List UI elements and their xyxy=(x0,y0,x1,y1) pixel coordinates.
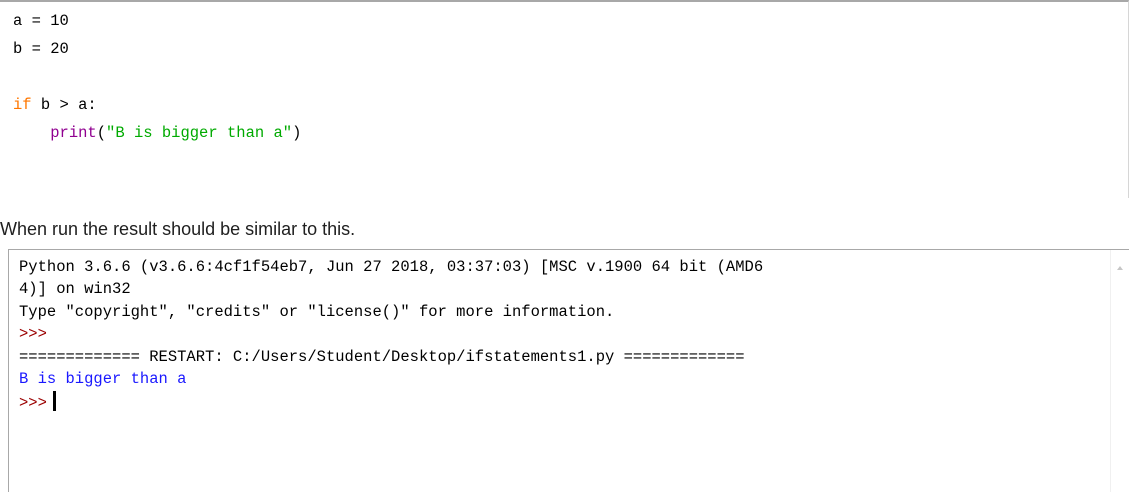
scroll-up-arrow-icon[interactable] xyxy=(1117,266,1123,270)
if-condition: b > a: xyxy=(31,96,97,114)
code-line-if: if b > a: xyxy=(13,94,97,116)
shell-prompt-1: >>> xyxy=(19,325,47,343)
paren-open: ( xyxy=(96,124,107,142)
shell-input-line[interactable]: >>> xyxy=(19,391,56,413)
shell-banner-line-3: Type "copyright", "credits" or "license(… xyxy=(19,303,615,321)
shell-banner-line-2: 4)] on win32 xyxy=(19,280,131,298)
shell-prompt-2: >>> xyxy=(19,394,47,412)
paren-close: ) xyxy=(292,124,302,142)
if-keyword: if xyxy=(13,96,32,114)
python-shell[interactable]: Python 3.6.6 (v3.6.6:4cf1f54eb7, Jun 27 … xyxy=(8,249,1129,492)
program-output: B is bigger than a xyxy=(19,370,187,388)
print-builtin: print xyxy=(50,124,97,142)
restart-line: ============= RESTART: C:/Users/Student/… xyxy=(19,348,745,366)
caption-text: When run the result should be similar to… xyxy=(0,219,356,239)
text-cursor xyxy=(52,391,56,411)
code-line-2: b = 20 xyxy=(13,40,69,58)
shell-banner-line-1: Python 3.6.6 (v3.6.6:4cf1f54eb7, Jun 27 … xyxy=(19,258,764,276)
code-line-print: print("B is bigger than a") xyxy=(13,122,301,144)
vertical-scrollbar[interactable] xyxy=(1110,250,1129,492)
code-line-1: a = 10 xyxy=(13,12,69,30)
code-editor[interactable]: a = 10 b = 20 if b > a: print("B is bigg… xyxy=(0,0,1129,198)
print-string: "B is bigger than a" xyxy=(106,124,293,142)
